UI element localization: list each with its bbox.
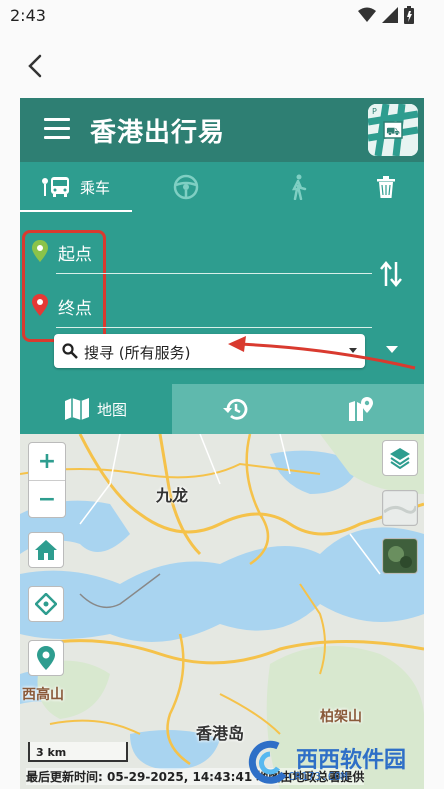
menu-icon[interactable] xyxy=(44,118,70,142)
annotation-arrow xyxy=(228,336,416,370)
watermark: 西西软件园 CR173.COM xyxy=(248,734,424,789)
locate-direction-button[interactable] xyxy=(28,586,64,622)
satellite-map-thumbnail-icon xyxy=(384,540,416,572)
view-tabs: 地图 xyxy=(20,384,424,434)
basemap-topo-button[interactable] xyxy=(382,490,418,526)
trash-icon xyxy=(377,176,395,198)
top-bar xyxy=(0,32,444,98)
back-icon[interactable] xyxy=(20,50,52,82)
tab-transit[interactable]: 乘车 xyxy=(20,162,132,212)
map-label-pak-ka-shan: 柏架山 xyxy=(320,709,362,725)
status-icons xyxy=(358,6,414,24)
tab-drive[interactable] xyxy=(166,162,206,212)
direction-icon xyxy=(35,593,57,615)
tab-map[interactable]: 地图 xyxy=(20,384,172,434)
end-field-underline xyxy=(56,327,372,328)
app-logo: ⛟ P xyxy=(368,104,418,156)
signal-icon xyxy=(382,7,398,23)
map-label-kowloon: 九龙 xyxy=(156,486,189,505)
status-bar: 2:43 xyxy=(0,0,444,32)
tab-clear[interactable] xyxy=(366,162,406,212)
zoom-controls: + − xyxy=(28,442,66,518)
current-location-button[interactable] xyxy=(28,640,64,676)
start-field[interactable]: 起点 xyxy=(32,230,372,274)
search-icon xyxy=(62,343,78,359)
map-label-hk-island: 香港岛 xyxy=(196,724,245,743)
map-view[interactable]: + − 九龙 香港岛 西高山 柏架山 3 km 最后更新时间: 05-29-20… xyxy=(20,434,424,789)
end-field[interactable]: 终点 xyxy=(32,284,372,328)
end-pin-icon xyxy=(32,294,48,316)
start-field-placeholder: 起点 xyxy=(58,245,92,265)
zoom-out-button[interactable]: − xyxy=(29,481,65,518)
zoom-in-button[interactable]: + xyxy=(29,443,65,480)
svg-text:⛟: ⛟ xyxy=(386,125,400,138)
history-icon xyxy=(223,398,248,420)
map-pin-icon xyxy=(349,397,373,421)
mode-tabs: 乘车 xyxy=(20,162,424,212)
tab-transit-label: 乘车 xyxy=(79,178,110,197)
map-icon xyxy=(64,398,89,420)
bus-icon xyxy=(41,177,69,197)
layers-button[interactable] xyxy=(382,440,418,476)
app-header: 香港出行易 ⛟ P xyxy=(20,98,424,162)
start-pin-icon xyxy=(32,240,48,262)
app-title: 香港出行易 xyxy=(90,118,226,148)
tab-saved-places[interactable] xyxy=(298,384,424,434)
home-icon xyxy=(35,540,57,560)
walk-icon xyxy=(291,174,307,200)
svg-text:P: P xyxy=(372,107,377,116)
map-scale: 3 km xyxy=(28,742,128,762)
map-label-sai-ko-shan: 西高山 xyxy=(22,687,64,703)
status-time: 2:43 xyxy=(10,6,46,25)
tab-map-label: 地图 xyxy=(96,400,127,419)
battery-icon xyxy=(404,6,414,24)
steering-wheel-icon xyxy=(173,174,199,200)
location-pin-icon xyxy=(37,646,55,670)
end-field-placeholder: 终点 xyxy=(58,299,92,319)
service-search-text: 搜寻 (所有服务) xyxy=(84,344,191,362)
topo-map-thumbnail-icon xyxy=(384,492,416,524)
layers-icon xyxy=(390,448,410,469)
wifi-icon xyxy=(358,7,376,22)
basemap-satellite-button[interactable] xyxy=(382,538,418,574)
app-screen: 香港出行易 ⛟ P 乘车 起点 终点 搜寻 (所有服务) 地图 + − 九龙 香… xyxy=(20,98,424,789)
watermark-sub: CR173.COM xyxy=(288,770,348,783)
start-field-underline xyxy=(56,273,372,274)
swap-icon[interactable] xyxy=(380,260,402,288)
tab-history[interactable] xyxy=(172,384,298,434)
home-button[interactable] xyxy=(28,532,64,568)
tab-walk[interactable] xyxy=(278,162,318,212)
